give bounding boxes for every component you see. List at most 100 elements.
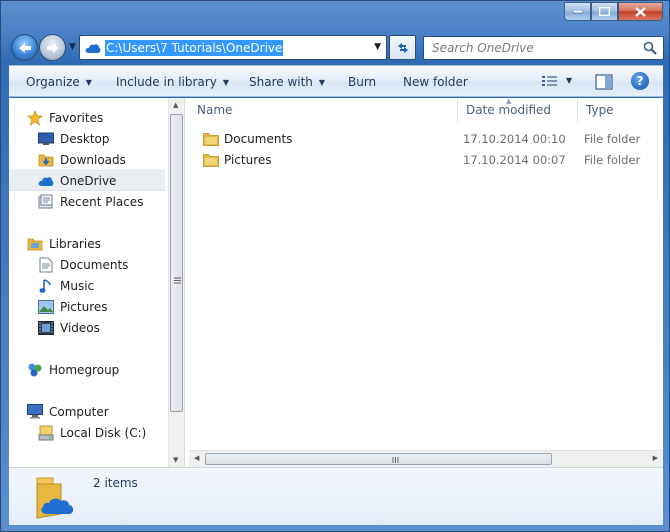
sidebar-item-pictures[interactable]: Pictures <box>9 296 165 317</box>
back-button[interactable] <box>11 34 38 61</box>
file-list-scrollbar[interactable]: ◀ ▶ <box>189 450 663 467</box>
column-header-name[interactable]: Name <box>189 98 458 123</box>
details-pane: 2 items <box>9 467 663 525</box>
sidebar-item-label: Libraries <box>49 236 101 251</box>
include-in-library-menu[interactable]: Include in library ▼ <box>116 75 229 89</box>
column-header-label: Type <box>586 103 614 117</box>
arrow-left-icon <box>18 42 31 53</box>
sidebar-item-label: Documents <box>60 257 129 272</box>
sidebar-scrollbar[interactable]: ▲ ▼ <box>168 98 184 467</box>
new-folder-button[interactable]: New folder <box>403 75 468 89</box>
help-icon[interactable]: ? <box>631 72 649 90</box>
window-frame: ▼ C:\Users\7 Tutorials\OneDrive ▼ Organi… <box>0 0 670 532</box>
caption-buttons <box>564 2 663 21</box>
desktop-icon <box>38 131 54 147</box>
organize-menu[interactable]: Organize ▼ <box>26 75 92 89</box>
sidebar-item-label: OneDrive <box>60 173 117 188</box>
sidebar-item-recent-places[interactable]: Recent Places <box>9 191 165 212</box>
sidebar-item-local-disk[interactable]: Local Disk (C:) <box>9 422 165 443</box>
new-folder-label: New folder <box>403 75 468 89</box>
sidebar-scroll-thumb[interactable] <box>170 114 183 412</box>
view-options-dropdown[interactable]: ▼ <box>566 76 572 85</box>
file-type: File folder <box>584 132 641 146</box>
onedrive-cloud-icon <box>38 173 54 189</box>
sidebar-item-computer[interactable]: Computer <box>9 401 165 422</box>
sidebar-item-onedrive[interactable]: OneDrive <box>9 170 165 191</box>
column-header-label: Date modified <box>466 103 552 117</box>
sidebar-item-label: Pictures <box>60 299 108 314</box>
search-box[interactable] <box>423 36 664 60</box>
burn-label: Burn <box>348 75 377 89</box>
address-bar[interactable]: C:\Users\7 Tutorials\OneDrive ▼ <box>79 35 387 60</box>
share-with-menu[interactable]: Share with ▼ <box>249 75 325 89</box>
maximize-icon <box>599 7 610 16</box>
organize-label: Organize <box>26 75 80 89</box>
computer-icon <box>27 404 43 420</box>
minimize-button[interactable] <box>564 2 591 21</box>
close-icon <box>635 6 646 17</box>
music-icon <box>38 278 54 294</box>
burn-button[interactable]: Burn <box>348 75 376 89</box>
scroll-down-icon[interactable]: ▼ <box>173 456 178 464</box>
item-count: 2 items <box>93 476 138 490</box>
sidebar-item-desktop[interactable]: Desktop <box>9 128 165 149</box>
disk-icon <box>38 425 54 441</box>
preview-pane-icon[interactable] <box>595 74 613 90</box>
grip-icon <box>174 277 181 284</box>
scroll-right-icon[interactable]: ▶ <box>653 454 658 462</box>
sidebar-item-label: Homegroup <box>49 362 120 377</box>
minimize-icon <box>572 9 583 13</box>
chevron-down-icon: ▼ <box>222 78 230 87</box>
file-list: ▲ Name Date modified Type Documents 17.1… <box>189 97 663 450</box>
documents-icon <box>38 257 54 273</box>
column-header-type[interactable]: Type <box>578 98 663 123</box>
include-in-library-label: Include in library <box>116 75 217 89</box>
forward-button[interactable] <box>39 34 66 61</box>
sidebar-item-libraries[interactable]: Libraries <box>9 233 165 254</box>
file-name: Pictures <box>224 153 272 167</box>
sidebar-item-label: Local Disk (C:) <box>60 425 147 440</box>
homegroup-icon <box>27 362 43 378</box>
onedrive-cloud-icon <box>85 43 101 53</box>
folder-icon <box>203 132 219 149</box>
chevron-down-icon: ▼ <box>85 78 92 87</box>
column-header-date-modified[interactable]: Date modified <box>458 98 578 123</box>
file-date-modified: 17.10.2014 00:10 <box>463 132 566 146</box>
address-path[interactable]: C:\Users\7 Tutorials\OneDrive <box>105 39 284 56</box>
file-row[interactable]: Pictures 17.10.2014 00:07 File folder <box>189 150 663 171</box>
recent-places-icon <box>38 194 54 210</box>
search-input[interactable] <box>432 41 632 55</box>
sidebar-item-favorites[interactable]: Favorites <box>9 107 165 128</box>
close-button[interactable] <box>618 2 663 21</box>
address-dropdown-icon[interactable]: ▼ <box>374 42 381 52</box>
grip-icon <box>392 457 399 463</box>
navigation-pane: Favorites Desktop Downloads OneDrive Rec… <box>9 98 168 467</box>
sidebar-item-label: Videos <box>60 320 100 335</box>
change-view-icon[interactable] <box>541 74 559 88</box>
sidebar-item-music[interactable]: Music <box>9 275 165 296</box>
refresh-button[interactable] <box>389 35 416 60</box>
file-row[interactable]: Documents 17.10.2014 00:10 File folder <box>189 129 663 150</box>
sidebar-item-label: Favorites <box>49 110 104 125</box>
file-name: Documents <box>224 132 293 146</box>
sidebar-item-label: Desktop <box>60 131 110 146</box>
downloads-icon <box>38 152 54 168</box>
sidebar-item-downloads[interactable]: Downloads <box>9 149 165 170</box>
content-area: Favorites Desktop Downloads OneDrive Rec… <box>9 97 663 467</box>
sidebar-item-documents[interactable]: Documents <box>9 254 165 275</box>
sidebar-item-homegroup[interactable]: Homegroup <box>9 359 165 380</box>
sidebar-item-label: Recent Places <box>60 194 144 209</box>
folder-icon <box>203 153 219 170</box>
search-icon[interactable] <box>643 41 657 55</box>
sidebar-item-label: Downloads <box>60 152 126 167</box>
file-list-scroll-thumb[interactable] <box>205 453 552 465</box>
libraries-icon <box>27 236 43 252</box>
recent-pages-dropdown[interactable]: ▼ <box>69 42 76 52</box>
command-bar: Organize ▼ Include in library ▼ Share with… <box>9 65 663 97</box>
maximize-button[interactable] <box>591 2 618 21</box>
arrow-right-icon <box>46 42 59 53</box>
scroll-up-icon[interactable]: ▲ <box>173 101 178 109</box>
videos-icon <box>38 320 54 336</box>
sidebar-item-videos[interactable]: Videos <box>9 317 165 338</box>
scroll-left-icon[interactable]: ◀ <box>194 454 199 462</box>
